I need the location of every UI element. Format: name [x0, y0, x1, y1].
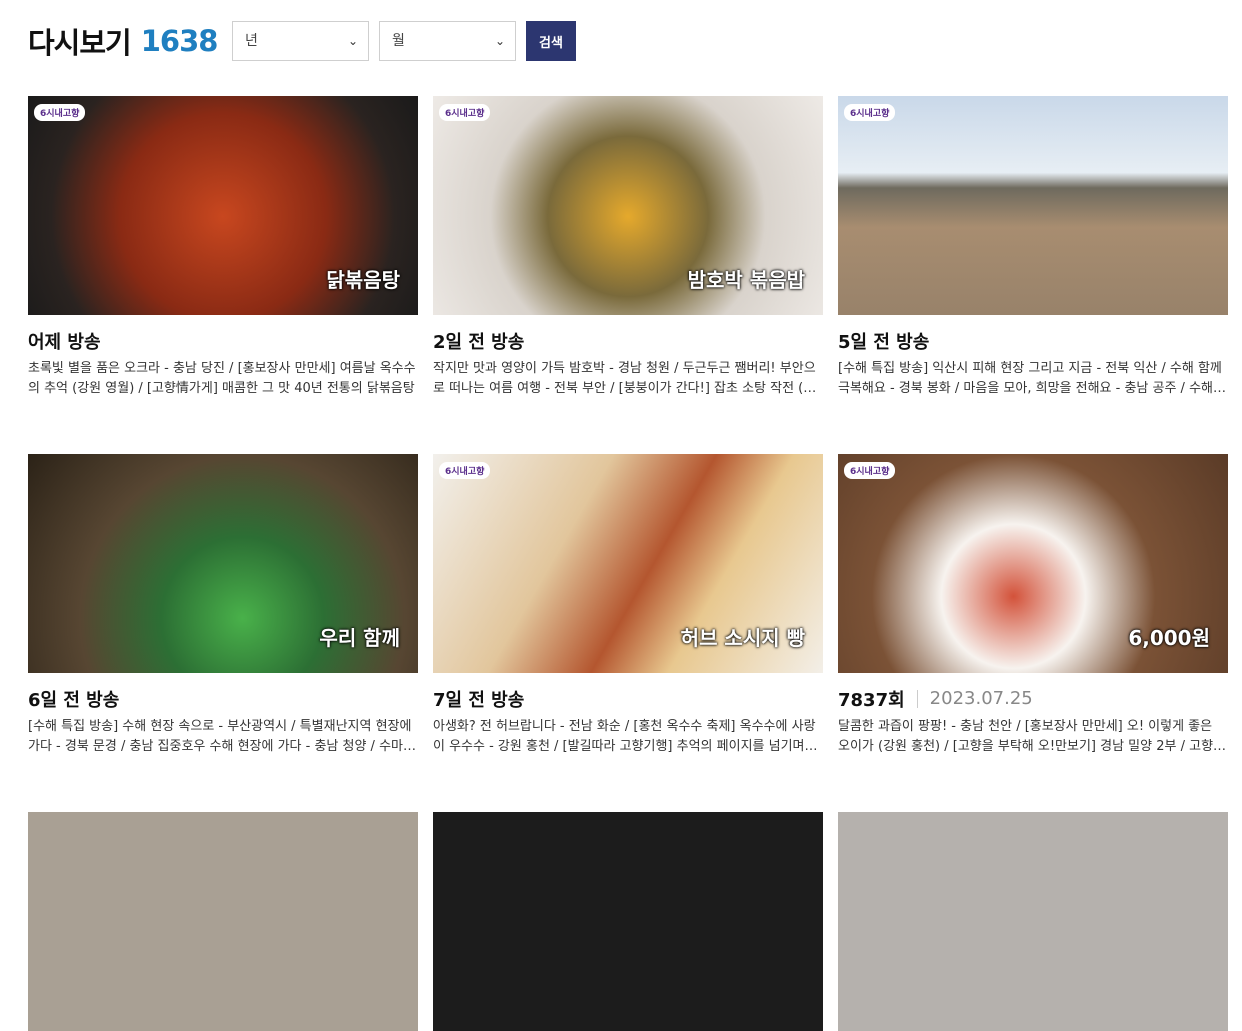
- episode-title[interactable]: 6일 전 방송: [28, 687, 418, 711]
- episode-description: 아생화? 전 허브랍니다 - 전남 화순 / [홍천 옥수수 축제] 옥수수에 …: [433, 719, 816, 754]
- episode-card[interactable]: [838, 812, 1228, 1031]
- year-select[interactable]: 년 ⌄: [232, 21, 369, 61]
- episode-card[interactable]: 6시내고향 6,000원 7837회 2023.07.25 달콤한 과즙이 팡팡…: [838, 454, 1228, 757]
- episode-title[interactable]: 어제 방송: [28, 329, 418, 353]
- program-logo-tag: 6시내고향: [439, 104, 491, 121]
- episode-thumbnail[interactable]: 6시내고향 밤호박 볶음밥: [433, 96, 823, 315]
- episode-card[interactable]: [28, 812, 418, 1031]
- chevron-down-icon: ⌄: [347, 34, 358, 48]
- episode-title-text: 6일 전 방송: [28, 690, 120, 711]
- episode-thumbnail[interactable]: 우리 함께: [28, 454, 418, 673]
- episode-thumbnail[interactable]: 6시내고향 허브 소시지 빵: [433, 454, 823, 673]
- page-header: 다시보기 1638: [28, 20, 219, 62]
- month-select[interactable]: 월 ⌄: [379, 21, 516, 61]
- program-logo-tag: 6시내고향: [439, 462, 491, 479]
- episode-card[interactable]: 6시내고향 허브 소시지 빵 7일 전 방송 아생화? 전 허브랍니다 - 전남…: [433, 454, 823, 757]
- episode-thumbnail[interactable]: [838, 812, 1228, 1031]
- episode-description: 작지만 맛과 영양이 가득 밤호박 - 경남 청원 / 두근두근 쨈버리! 부안…: [433, 361, 816, 396]
- episode-title[interactable]: 5일 전 방송: [838, 329, 1228, 353]
- episode-card[interactable]: 6시내고향 닭볶음탕 어제 방송 초록빛 별을 품은 오크라 - 충남 당진 /…: [28, 96, 418, 399]
- thumbnail-caption: 허브 소시지 빵: [680, 626, 805, 650]
- month-select-value: 월: [392, 33, 405, 49]
- episode-thumbnail[interactable]: 6시내고향: [838, 96, 1228, 315]
- thumbnail-caption: 밤호박 볶음밥: [687, 268, 805, 292]
- episode-title[interactable]: 7일 전 방송: [433, 687, 823, 711]
- search-button[interactable]: 검색: [526, 21, 576, 61]
- thumbnail-caption: 우리 함께: [319, 626, 400, 650]
- program-logo-tag: 6시내고향: [844, 104, 896, 121]
- episode-title-text: 5일 전 방송: [838, 332, 930, 353]
- episode-title[interactable]: 7837회 2023.07.25: [838, 687, 1228, 712]
- episode-title[interactable]: 2일 전 방송: [433, 329, 823, 353]
- episode-thumbnail[interactable]: [433, 812, 823, 1031]
- episode-title-text: 7837회: [838, 690, 905, 711]
- page-title: 다시보기: [28, 26, 132, 60]
- thumbnail-caption: 6,000원: [1128, 626, 1210, 650]
- episode-title-text: 2일 전 방송: [433, 332, 525, 353]
- thumbnail-caption: 닭볶음탕: [326, 268, 400, 292]
- program-logo-tag: 6시내고향: [844, 462, 896, 479]
- episode-card[interactable]: 6시내고향 밤호박 볶음밥 2일 전 방송 작지만 맛과 영양이 가득 밤호박 …: [433, 96, 823, 399]
- episode-card[interactable]: [433, 812, 823, 1031]
- episode-thumbnail[interactable]: [28, 812, 418, 1031]
- episode-thumbnail[interactable]: 6시내고향 6,000원: [838, 454, 1228, 673]
- episode-title-text: 7일 전 방송: [433, 690, 525, 711]
- episode-title-text: 어제 방송: [28, 332, 101, 353]
- episode-thumbnail[interactable]: 6시내고향 닭볶음탕: [28, 96, 418, 315]
- episode-description: [수해 특집 방송] 수해 현장 속으로 - 부산광역시 / 특별재난지역 현장…: [28, 719, 415, 754]
- episode-description: 초록빛 별을 품은 오크라 - 충남 당진 / [홍보장사 만만세] 여름날 옥…: [28, 361, 416, 396]
- episode-card[interactable]: 우리 함께 6일 전 방송 [수해 특집 방송] 수해 현장 속으로 - 부산광…: [28, 454, 418, 757]
- program-logo-tag: 6시내고향: [34, 104, 86, 121]
- episode-date: 2023.07.25: [916, 690, 1033, 708]
- episode-description: [수해 특집 방송] 익산시 피해 현장 그리고 지금 - 전북 익산 / 수해…: [838, 361, 1222, 396]
- episode-card[interactable]: 6시내고향 5일 전 방송 [수해 특집 방송] 익산시 피해 현장 그리고 지…: [838, 96, 1228, 399]
- chevron-down-icon: ⌄: [494, 34, 505, 48]
- year-select-value: 년: [245, 33, 258, 49]
- episode-description: 달콤한 과즙이 팡팡! - 충남 천안 / [홍보장사 만만세] 오! 이렇게 …: [838, 719, 1214, 754]
- total-count: 1638: [140, 24, 219, 58]
